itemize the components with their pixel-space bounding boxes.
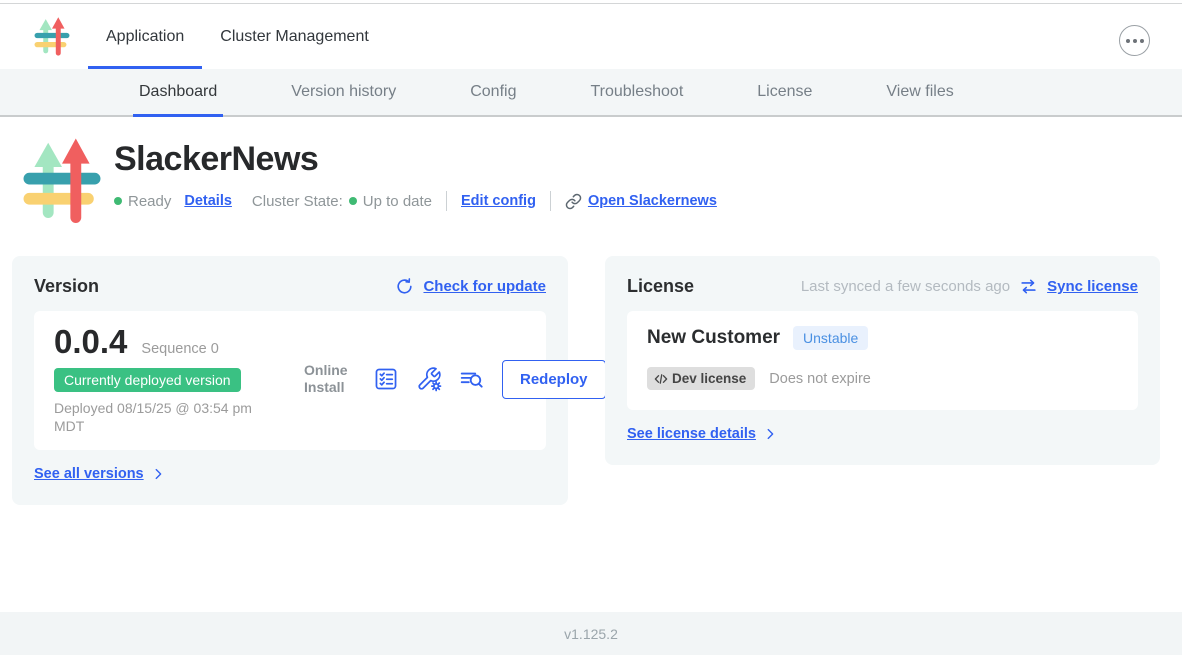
current-version-panel: 0.0.4 Sequence 0 Currently deployed vers…: [34, 311, 546, 450]
license-expiry: Does not expire: [769, 371, 871, 387]
subnav-item-license[interactable]: License: [751, 69, 818, 115]
dashboard-main: SlackerNews Ready Details Cluster State:…: [0, 117, 1182, 505]
view-logs-icon[interactable]: [459, 366, 485, 392]
chain-link-icon: [565, 193, 582, 210]
tab-application-label: Application: [106, 28, 184, 46]
divider: [446, 191, 447, 211]
edit-config-link[interactable]: Edit config: [461, 193, 536, 209]
version-number: 0.0.4: [54, 323, 127, 361]
sync-license-link[interactable]: Sync license: [1019, 277, 1138, 296]
app-status-row: Ready Details Cluster State: Up to date …: [114, 191, 717, 211]
config-wrench-icon[interactable]: [416, 366, 442, 392]
code-icon: [654, 372, 668, 386]
dashboard-cards: Version Check for update: [12, 256, 1170, 505]
license-card-title: License: [627, 276, 694, 297]
subnav-item-config[interactable]: Config: [464, 69, 522, 115]
chevron-right-icon: [151, 467, 165, 481]
tab-cluster-management-label: Cluster Management: [220, 28, 369, 46]
app-status-label: Ready: [128, 193, 171, 210]
install-type-label: Online Install: [304, 362, 356, 397]
deployed-version-badge: Currently deployed version: [54, 368, 241, 392]
version-sequence: Sequence 0: [141, 341, 218, 357]
redeploy-button[interactable]: Redeploy: [502, 360, 606, 399]
version-card-title: Version: [34, 276, 99, 297]
see-all-versions-link[interactable]: See all versions: [34, 466, 165, 482]
app-logo-icon: [33, 15, 71, 59]
divider: [550, 191, 551, 211]
chevron-right-icon: [763, 427, 777, 441]
app-header: Application Cluster Management: [0, 4, 1182, 69]
page-title: SlackerNews: [114, 140, 717, 179]
preflight-checks-icon[interactable]: [373, 366, 399, 392]
subnav-item-view-files[interactable]: View files: [880, 69, 959, 115]
tab-cluster-management[interactable]: Cluster Management: [202, 4, 387, 69]
cluster-state-label: Cluster State:: [252, 193, 343, 210]
app-subnav: Dashboard Version history Config Trouble…: [0, 69, 1182, 117]
license-type-badge: Dev license: [647, 367, 755, 390]
see-license-details-link[interactable]: See license details: [627, 426, 777, 442]
license-card: License Last synced a few seconds ago Sy…: [605, 256, 1160, 465]
cluster-state-value: Up to date: [363, 193, 432, 210]
cluster-state-dot: [349, 197, 357, 205]
app-title-block: SlackerNews Ready Details Cluster State:…: [0, 117, 1182, 228]
ellipsis-icon: [1126, 39, 1130, 43]
header-tabs: Application Cluster Management: [88, 4, 387, 69]
license-details-panel: New Customer Unstable Dev license: [627, 311, 1138, 410]
kots-admin-console: Application Cluster Management Dashboard…: [0, 0, 1182, 655]
console-version: v1.125.2: [564, 626, 618, 642]
app-status-dot: [114, 197, 122, 205]
customer-name: New Customer: [647, 327, 780, 349]
subnav-item-version-history[interactable]: Version history: [285, 69, 402, 115]
check-for-update-link[interactable]: Check for update: [395, 277, 546, 296]
refresh-icon: [395, 277, 414, 296]
last-synced-text: Last synced a few seconds ago: [801, 278, 1010, 295]
open-app-link[interactable]: Open Slackernews: [588, 193, 717, 209]
tab-application[interactable]: Application: [88, 4, 202, 69]
deployed-timestamp: Deployed 08/15/25 @ 03:54 pm MDT: [54, 400, 272, 436]
version-card: Version Check for update: [12, 256, 568, 505]
channel-badge: Unstable: [793, 326, 868, 350]
subnav-item-troubleshoot[interactable]: Troubleshoot: [584, 69, 689, 115]
hash-arrows-logo: [35, 17, 70, 55]
status-details-link[interactable]: Details: [184, 193, 232, 209]
console-footer: v1.125.2: [0, 612, 1182, 655]
app-logo-large: [20, 136, 104, 228]
sync-arrows-icon: [1019, 277, 1038, 296]
more-options-button[interactable]: [1119, 25, 1150, 56]
subnav-item-dashboard[interactable]: Dashboard: [133, 69, 223, 115]
